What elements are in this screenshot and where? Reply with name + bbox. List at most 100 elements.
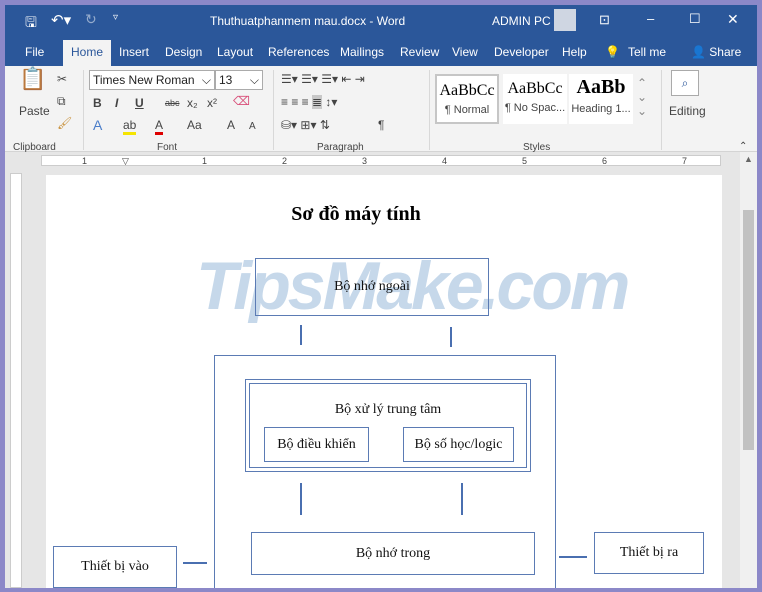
styles-scroll-icons[interactable]: ⌃ ⌄ ⌄ — [637, 76, 647, 118]
input-device-box[interactable]: Thiết bị vào — [53, 546, 177, 588]
font-size-value: 13 — [219, 73, 233, 87]
tab-insert[interactable]: Insert — [119, 45, 149, 59]
tell-me-search[interactable]: Tell me — [628, 45, 666, 59]
bold-button[interactable]: B — [93, 96, 102, 110]
italic-button[interactable]: I — [115, 96, 118, 110]
document-title: Sơ đồ máy tính — [291, 203, 421, 225]
customize-qat-icon[interactable]: ▿ — [113, 12, 118, 23]
window-title: Thuthuatphanmem mau.docx - Word — [210, 14, 406, 28]
ruler-mark: 6 — [602, 156, 608, 166]
redo-icon[interactable]: ↻ — [85, 11, 97, 28]
style-preview: AaBbCc — [507, 80, 563, 97]
ruler-mark: 5 — [522, 156, 528, 166]
tab-view[interactable]: View — [452, 45, 478, 59]
underline-button[interactable]: U — [135, 96, 144, 110]
share-label: Share — [709, 45, 742, 59]
bullets-icon[interactable]: ☰▾ ☰▾ ☰▾ ⇤ ⇥ — [281, 72, 365, 86]
avatar[interactable] — [554, 9, 576, 31]
share-button[interactable]: 👤 Share — [691, 45, 741, 59]
word-window: 🖫 ↶▾ ↻ ▿ Thuthuatphanmem mau.docx - Word… — [5, 5, 757, 588]
clear-formatting-icon[interactable]: ⌫ — [233, 94, 250, 108]
highlight-icon[interactable]: ab — [123, 118, 137, 135]
ruler-mark: 1 — [82, 156, 88, 166]
chevron-down-icon: ⌵ — [201, 73, 211, 87]
tab-help[interactable]: Help — [562, 45, 587, 59]
ribbon-home: 📋 Paste ✂ ⧉ 🖌 Clipboard Times New Roman ⌵… — [5, 66, 757, 153]
superscript-button[interactable]: x² — [207, 96, 217, 110]
control-unit-box[interactable]: Bộ điều khiển — [264, 427, 369, 462]
style-heading-1[interactable]: AaBb Heading 1... — [569, 74, 633, 124]
tab-developer[interactable]: Developer — [494, 45, 549, 59]
vertical-scrollbar[interactable]: ▲ — [740, 152, 757, 588]
arrow-right — [559, 556, 587, 558]
person-icon: 👤 — [691, 45, 706, 59]
format-painter-icon[interactable]: 🖌 — [57, 116, 72, 130]
subscript-button[interactable]: x₂ — [187, 96, 198, 110]
divider — [83, 70, 84, 150]
ruler-mark: 2 — [282, 156, 288, 166]
close-icon[interactable]: ✕ — [727, 11, 739, 28]
output-device-box[interactable]: Thiết bị ra — [594, 532, 704, 574]
ruler-indent-marker[interactable]: ▽ — [122, 156, 129, 167]
maximize-icon[interactable]: ☐ — [689, 11, 701, 27]
user-name[interactable]: ADMIN PC — [492, 14, 551, 28]
internal-memory-box[interactable]: Bộ nhớ trong — [251, 532, 535, 575]
style-no-spacing[interactable]: AaBbCc ¶ No Spac... — [503, 74, 567, 124]
tab-home[interactable]: Home — [63, 40, 112, 66]
align-icons[interactable]: ≡ ≡ ≡ ≣ ↕▾ — [281, 95, 337, 109]
arrow-down — [461, 483, 463, 515]
tab-design[interactable]: Design — [165, 45, 202, 59]
search-icon[interactable]: ⌕ — [671, 70, 699, 96]
tab-review[interactable]: Review — [400, 45, 439, 59]
document-page[interactable]: TipsMake.com Sơ đồ máy tính Bộ nhớ ngoài… — [46, 175, 722, 588]
horizontal-ruler[interactable]: ▽ 1 1 2 3 4 5 6 7 — [5, 152, 757, 168]
ribbon-tabs: File Home Insert Design Layout Reference… — [5, 38, 757, 66]
grow-font-button[interactable]: A — [227, 118, 235, 132]
text-effects-icon[interactable]: A — [93, 118, 102, 132]
font-size-select[interactable]: 13 ⌵ — [215, 70, 263, 90]
arrow-up — [450, 327, 452, 347]
copy-icon[interactable]: ⧉ — [57, 94, 66, 108]
external-memory-box[interactable]: Bộ nhớ ngoài — [255, 258, 489, 316]
change-case-button[interactable]: Aa — [187, 118, 202, 132]
ruler-mark: 3 — [362, 156, 368, 166]
minimize-icon[interactable]: – — [647, 11, 654, 26]
arrow-right — [183, 562, 207, 564]
style-name: ¶ Normal — [444, 104, 490, 116]
style-preview: AaBbCc — [439, 82, 495, 99]
title-bar: 🖫 ↶▾ ↻ ▿ Thuthuatphanmem mau.docx - Word… — [5, 5, 757, 38]
vertical-ruler[interactable] — [10, 173, 22, 588]
shrink-font-button[interactable]: A — [249, 120, 256, 134]
paste-button[interactable]: Paste — [19, 104, 50, 118]
show-marks-button[interactable]: ¶ — [378, 118, 384, 132]
shading-borders-icons[interactable]: ⛁▾ ⊞▾ ⇅ — [281, 118, 330, 132]
save-icon[interactable]: 🖫 — [25, 12, 37, 36]
document-area: TipsMake.com Sơ đồ máy tính Bộ nhớ ngoài… — [5, 168, 740, 588]
arrow-down — [300, 483, 302, 515]
editing-button[interactable]: Editing — [669, 104, 706, 118]
strikethrough-button[interactable]: abc — [165, 96, 180, 110]
tab-references[interactable]: References — [268, 45, 329, 59]
arrow-down — [300, 325, 302, 345]
undo-icon[interactable]: ↶▾ — [51, 11, 71, 29]
ribbon-display-icon[interactable]: ⊡ — [599, 12, 610, 28]
ruler-mark: 1 — [202, 156, 208, 166]
cut-icon[interactable]: ✂ — [57, 72, 67, 86]
cpu-label: Bộ xử lý trung tâm — [334, 402, 442, 417]
style-name: ¶ No Spac... — [504, 102, 566, 114]
tab-file[interactable]: File — [25, 45, 44, 59]
ruler-mark: 4 — [442, 156, 448, 166]
alu-box[interactable]: Bộ số học/logic — [403, 427, 514, 462]
lightbulb-icon: 💡 — [605, 45, 620, 59]
justify-icon[interactable]: ≣ — [312, 95, 323, 109]
paste-icon[interactable]: 📋 — [19, 68, 46, 90]
style-name: Heading 1... — [571, 103, 631, 115]
scroll-up-icon[interactable]: ▲ — [744, 154, 753, 164]
scrollbar-thumb[interactable] — [743, 210, 754, 450]
tab-mailings[interactable]: Mailings — [340, 45, 384, 59]
font-color-icon[interactable]: A — [155, 118, 164, 135]
divider — [661, 70, 662, 150]
tab-layout[interactable]: Layout — [217, 45, 253, 59]
style-normal[interactable]: AaBbCc ¶ Normal — [435, 74, 499, 124]
font-name-select[interactable]: Times New Roman ⌵ — [89, 70, 215, 90]
